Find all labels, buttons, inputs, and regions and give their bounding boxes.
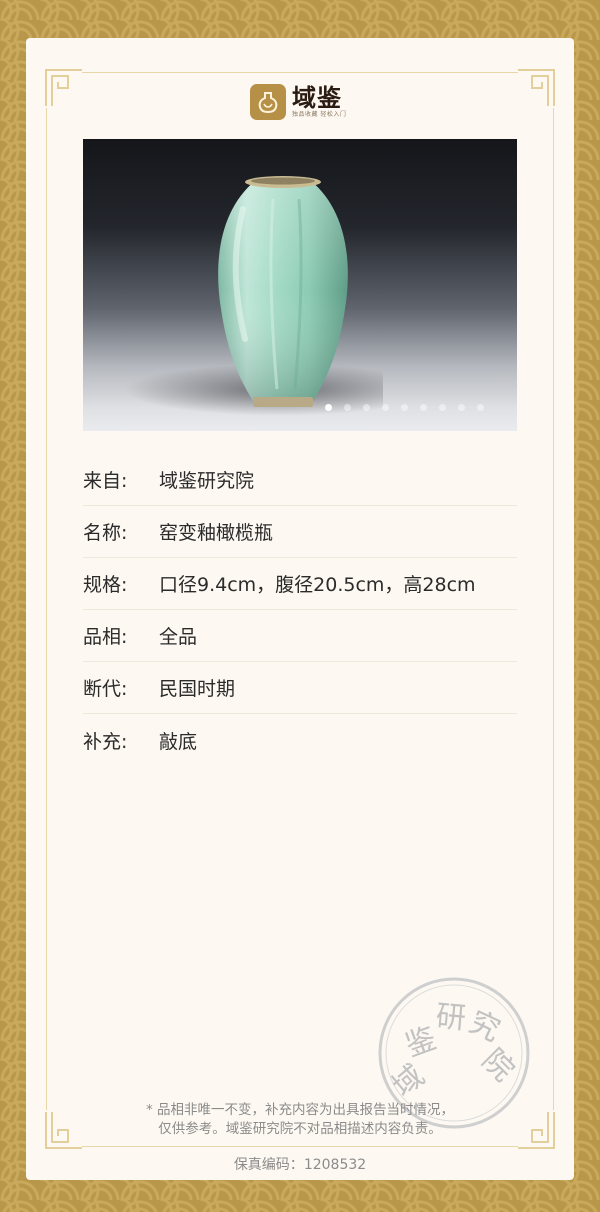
brand-logo: 域鉴 独品收藏 轻松入门	[250, 82, 354, 122]
carousel-dot[interactable]	[477, 404, 484, 411]
authenticity-code: 保真编码：1208532	[26, 1154, 574, 1174]
brand-name: 域鉴	[292, 83, 342, 112]
detail-value-name: 窑变釉橄榄瓶	[159, 522, 274, 544]
detail-label: 来自:	[83, 470, 128, 492]
certificate-card: 域鉴 独品收藏 轻松入门 来自: 域鉴研究院 名称: 窑变釉橄榄瓶 规格: 口径…	[26, 38, 574, 1180]
brand-slogan: 独品收藏 轻松入门	[292, 111, 347, 118]
frame-line-right	[553, 108, 554, 1110]
authenticity-code-label: 保真编码：	[233, 1157, 304, 1173]
disclaimer-text: * 品相非唯一不变，补充内容为出具报告当时情况， 仅供参考。域鉴研究院不对品相描…	[26, 1101, 574, 1139]
detail-value-era: 民国时期	[159, 678, 236, 700]
carousel-dot[interactable]	[344, 404, 351, 411]
svg-text:域: 域	[386, 1058, 431, 1104]
carousel-dot-active[interactable]	[325, 404, 332, 411]
detail-value-spec: 口径9.4cm，腹径20.5cm，高28cm	[159, 574, 476, 596]
detail-label: 品相:	[83, 626, 128, 648]
detail-value-condition: 全品	[159, 626, 198, 648]
detail-row-name: 名称: 窑变釉橄榄瓶	[83, 506, 517, 558]
detail-row-source: 来自: 域鉴研究院	[83, 454, 517, 506]
detail-label: 补充:	[83, 730, 128, 753]
product-photo-carousel[interactable]	[83, 139, 517, 431]
detail-row-era: 断代: 民国时期	[83, 662, 517, 714]
item-details: 来自: 域鉴研究院 名称: 窑变釉橄榄瓶 规格: 口径9.4cm，腹径20.5c…	[83, 454, 517, 766]
corner-ornament-top-right	[516, 68, 556, 108]
disclaimer-line: 仅供参考。域鉴研究院不对品相描述内容负责。	[158, 1121, 442, 1137]
corner-ornament-top-left	[44, 68, 84, 108]
vase-image	[218, 176, 348, 407]
carousel-indicator	[325, 404, 484, 411]
carousel-dot[interactable]	[401, 404, 408, 411]
carousel-dot[interactable]	[363, 404, 370, 411]
carousel-dot[interactable]	[439, 404, 446, 411]
detail-label: 规格:	[83, 574, 128, 596]
detail-value-note: 敲底	[159, 730, 198, 753]
frame-line-bottom	[82, 1146, 518, 1147]
disclaimer-line: * 品相非唯一不变，补充内容为出具报告当时情况，	[145, 1102, 455, 1118]
carousel-dot[interactable]	[420, 404, 427, 411]
detail-row-condition: 品相: 全品	[83, 610, 517, 662]
carousel-dot[interactable]	[458, 404, 465, 411]
svg-text:研: 研	[434, 999, 467, 1036]
authenticity-code-value: 1208532	[303, 1157, 367, 1173]
frame-line-top	[82, 72, 518, 73]
vase-logo-icon	[250, 84, 286, 120]
frame-line-left	[46, 108, 47, 1110]
detail-label: 断代:	[83, 678, 128, 700]
svg-text:院: 院	[475, 1042, 521, 1088]
detail-row-note: 补充: 敲底	[83, 714, 517, 766]
detail-label: 名称:	[83, 522, 128, 544]
detail-row-spec: 规格: 口径9.4cm，腹径20.5cm，高28cm	[83, 558, 517, 610]
detail-value-source: 域鉴研究院	[159, 470, 255, 492]
carousel-dot[interactable]	[382, 404, 389, 411]
